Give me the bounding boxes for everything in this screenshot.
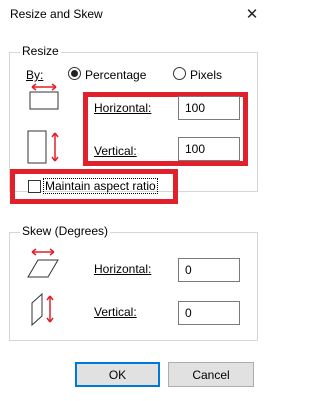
percentage-radio[interactable] [68, 67, 81, 80]
close-icon: ✕ [245, 6, 259, 23]
pixels-radio[interactable] [173, 67, 186, 80]
ok-button[interactable]: OK [75, 362, 160, 387]
maintain-aspect-checkbox[interactable] [28, 180, 41, 193]
resize-vertical-icon [27, 130, 59, 164]
percentage-label[interactable]: Percentage [85, 68, 146, 82]
skew-vertical-icon [31, 292, 54, 327]
resize-vertical-label: Vertical: [94, 144, 137, 158]
by-label: By: [26, 68, 44, 82]
skew-group-title: Skew (Degrees) [20, 224, 111, 238]
skew-vertical-input[interactable]: 0 [178, 301, 240, 325]
resize-group-title: Resize [20, 44, 61, 58]
maintain-aspect-label[interactable]: Maintain aspect ratio [43, 178, 158, 194]
resize-vertical-input[interactable]: 100 [178, 137, 240, 161]
resize-horizontal-input[interactable]: 100 [178, 96, 240, 120]
close-button[interactable]: ✕ [240, 3, 264, 25]
window-title: Resize and Skew [10, 7, 103, 21]
skew-horizontal-icon [27, 248, 59, 278]
skew-horizontal-label: Horizontal: [94, 262, 152, 276]
skew-vertical-label: Vertical: [94, 305, 137, 319]
cancel-button[interactable]: Cancel [168, 362, 254, 387]
pixels-label[interactable]: Pixels [190, 68, 222, 82]
resize-horizontal-label: Horizontal: [94, 101, 152, 115]
radio-selected-dot [71, 70, 78, 77]
resize-horizontal-icon [29, 83, 59, 110]
skew-horizontal-input[interactable]: 0 [178, 258, 240, 282]
